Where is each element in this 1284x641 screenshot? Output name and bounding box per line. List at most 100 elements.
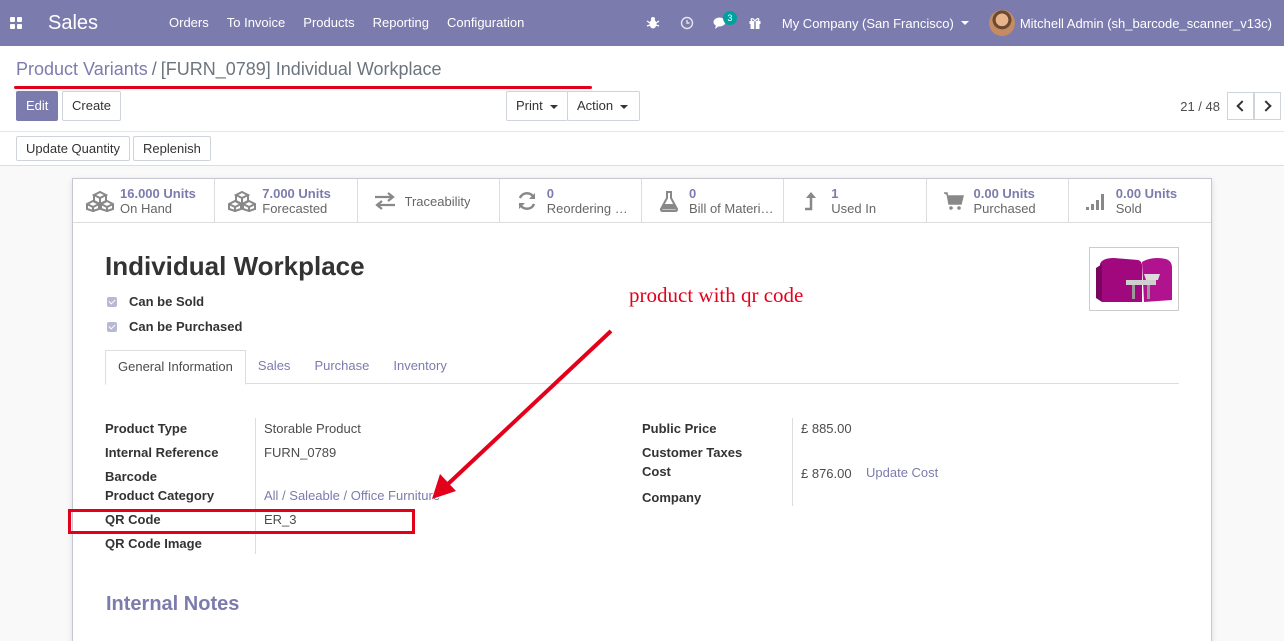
caret-down-icon [960, 21, 969, 25]
cart-icon [939, 188, 969, 214]
print-label: Print [516, 98, 543, 113]
refresh-icon [512, 188, 542, 214]
product-category-link[interactable]: All / Saleable / Office Furniture [264, 488, 440, 503]
clock-icon[interactable] [670, 0, 704, 46]
product-category-label: Product Category [105, 488, 215, 503]
checkbox-checked-icon [107, 296, 117, 307]
breadcrumb-product-variants[interactable]: Product Variants [16, 59, 148, 79]
can-be-purchased-label: Can be Purchased [129, 319, 243, 334]
company-name: My Company (San Francisco) [781, 15, 954, 31]
cubes-icon [85, 188, 115, 214]
update-cost-button[interactable]: Update Cost [866, 465, 938, 480]
pager-previous[interactable] [1227, 92, 1254, 120]
tab-sales[interactable]: Sales [246, 350, 303, 383]
annotation-text: product with qr code [629, 283, 804, 307]
bom-label: Bill of Materials [689, 201, 775, 216]
gift-icon[interactable] [738, 0, 772, 46]
smart-button-traceability[interactable]: Traceability [358, 179, 500, 223]
can-be-sold-label: Can be Sold [129, 294, 205, 309]
update-quantity-button[interactable]: Update Quantity [16, 136, 130, 161]
product-type-value: Storable Product [264, 421, 361, 436]
cost-label: Cost [642, 464, 671, 479]
breadcrumb: Product Variants / [FURN_0789] Individual … [16, 59, 442, 80]
print-dropdown[interactable]: Print [506, 91, 568, 121]
reordering-value: 0 [546, 186, 554, 201]
smart-buttons: 16.000 Units On Hand 7.000 Units Forecaste… [73, 179, 1211, 223]
smart-button-bom[interactable]: 0 Bill of Materials [642, 179, 785, 223]
breadcrumb-current: [FURN_0789] Individual Workplace [160, 59, 442, 79]
smart-button-purchased[interactable]: 0.00 Units Purchased [927, 179, 1069, 223]
breadcrumb-separator: / [151, 59, 157, 79]
smart-button-on-hand[interactable]: 16.000 Units On Hand [73, 179, 216, 223]
customer-taxes-label: Customer Taxes [642, 445, 743, 460]
public-price-value: £ 885.00 [801, 421, 852, 436]
reordering-label: Reordering Rules [546, 201, 629, 216]
menu-products[interactable]: Products [294, 0, 363, 46]
systray: 3 My Company (San Francisco) Mitchell Ad… [636, 0, 1284, 46]
checkbox-checked-icon [107, 321, 117, 332]
bom-value: 0 [689, 186, 697, 201]
chevron-left-icon [1236, 100, 1248, 112]
user-menu[interactable]: Mitchell Admin (sh_barcode_scanner_v13c) [983, 10, 1284, 36]
edit-button[interactable]: Edit [16, 91, 58, 121]
pager-next[interactable] [1254, 92, 1281, 120]
forecasted-value: 7.000 Units [262, 186, 331, 201]
cubes-icon [227, 188, 257, 214]
qr-code-image-label: QR Code Image [105, 536, 202, 551]
annotation-box [68, 509, 415, 534]
menu-orders[interactable]: Orders [160, 0, 218, 46]
smart-button-sold[interactable]: 0.00 Units Sold [1069, 179, 1211, 223]
on-hand-label: On Hand [120, 201, 173, 216]
purchased-value: 0.00 Units [973, 186, 1035, 201]
company-switcher[interactable]: My Company (San Francisco) [772, 16, 983, 31]
tab-purchase[interactable]: Purchase [302, 350, 381, 383]
sold-label: Sold [1115, 201, 1142, 216]
used-in-label: Used In [831, 201, 877, 216]
annotation-underline [14, 86, 592, 89]
product-type-label: Product Type [105, 421, 188, 436]
replenish-button[interactable]: Replenish [133, 136, 211, 161]
menu-reporting[interactable]: Reporting [364, 0, 438, 46]
caret-down-icon [549, 104, 558, 109]
sold-value: 0.00 Units [1115, 186, 1178, 201]
smart-button-forecasted[interactable]: 7.000 Units Forecasted [215, 179, 358, 223]
internal-reference-label: Internal Reference [105, 445, 219, 460]
used-in-value: 1 [831, 186, 839, 201]
cost-value: £ 876.00 [801, 466, 852, 481]
menu-to-invoice[interactable]: To Invoice [218, 0, 295, 46]
menu-configuration[interactable]: Configuration [438, 0, 533, 46]
control-panel: Product Variants / [FURN_0789] Individual … [0, 46, 1284, 166]
create-button[interactable]: Create [62, 91, 121, 121]
smart-button-used-in[interactable]: 1 Used In [784, 179, 927, 223]
on-hand-value: 16.000 Units [120, 186, 196, 201]
action-dropdown[interactable]: Action [567, 91, 640, 121]
barcode-label: Barcode [105, 469, 158, 484]
company-label: Company [642, 490, 702, 505]
field-separator [792, 418, 793, 506]
exchange-icon [370, 188, 400, 214]
product-name: Individual Workplace [105, 251, 365, 281]
bug-icon[interactable] [636, 0, 670, 46]
divider [0, 131, 1284, 132]
avatar [988, 10, 1015, 36]
flask-icon [654, 188, 684, 214]
internal-reference-value: FURN_0789 [264, 445, 337, 460]
product-image[interactable] [1089, 247, 1179, 311]
public-price-label: Public Price [642, 421, 717, 436]
tab-inventory[interactable]: Inventory [381, 350, 458, 383]
level-up-icon [796, 188, 826, 214]
smart-button-reordering[interactable]: 0Reordering Rules [500, 179, 642, 223]
main-menu: Orders To Invoice Products Reporting Con… [160, 0, 533, 46]
internal-notes-title: Internal Notes [106, 593, 240, 615]
chat-icon[interactable]: 3 [704, 0, 738, 46]
top-navbar: Sales Orders To Invoice Products Reporti… [0, 0, 1284, 46]
purchased-label: Purchased [973, 201, 1036, 216]
user-name: Mitchell Admin (sh_barcode_scanner_v13c) [1019, 15, 1272, 31]
notebook-tabs: General Information Sales Purchase Inven… [105, 350, 1179, 385]
signal-icon [1081, 188, 1111, 214]
can-be-purchased-checkbox[interactable]: Can be Purchased [107, 319, 242, 334]
apps-menu-icon[interactable] [0, 0, 32, 46]
tab-general-information[interactable]: General Information [105, 350, 246, 385]
chat-badge: 3 [722, 11, 737, 25]
can-be-sold-checkbox[interactable]: Can be Sold [107, 294, 204, 309]
